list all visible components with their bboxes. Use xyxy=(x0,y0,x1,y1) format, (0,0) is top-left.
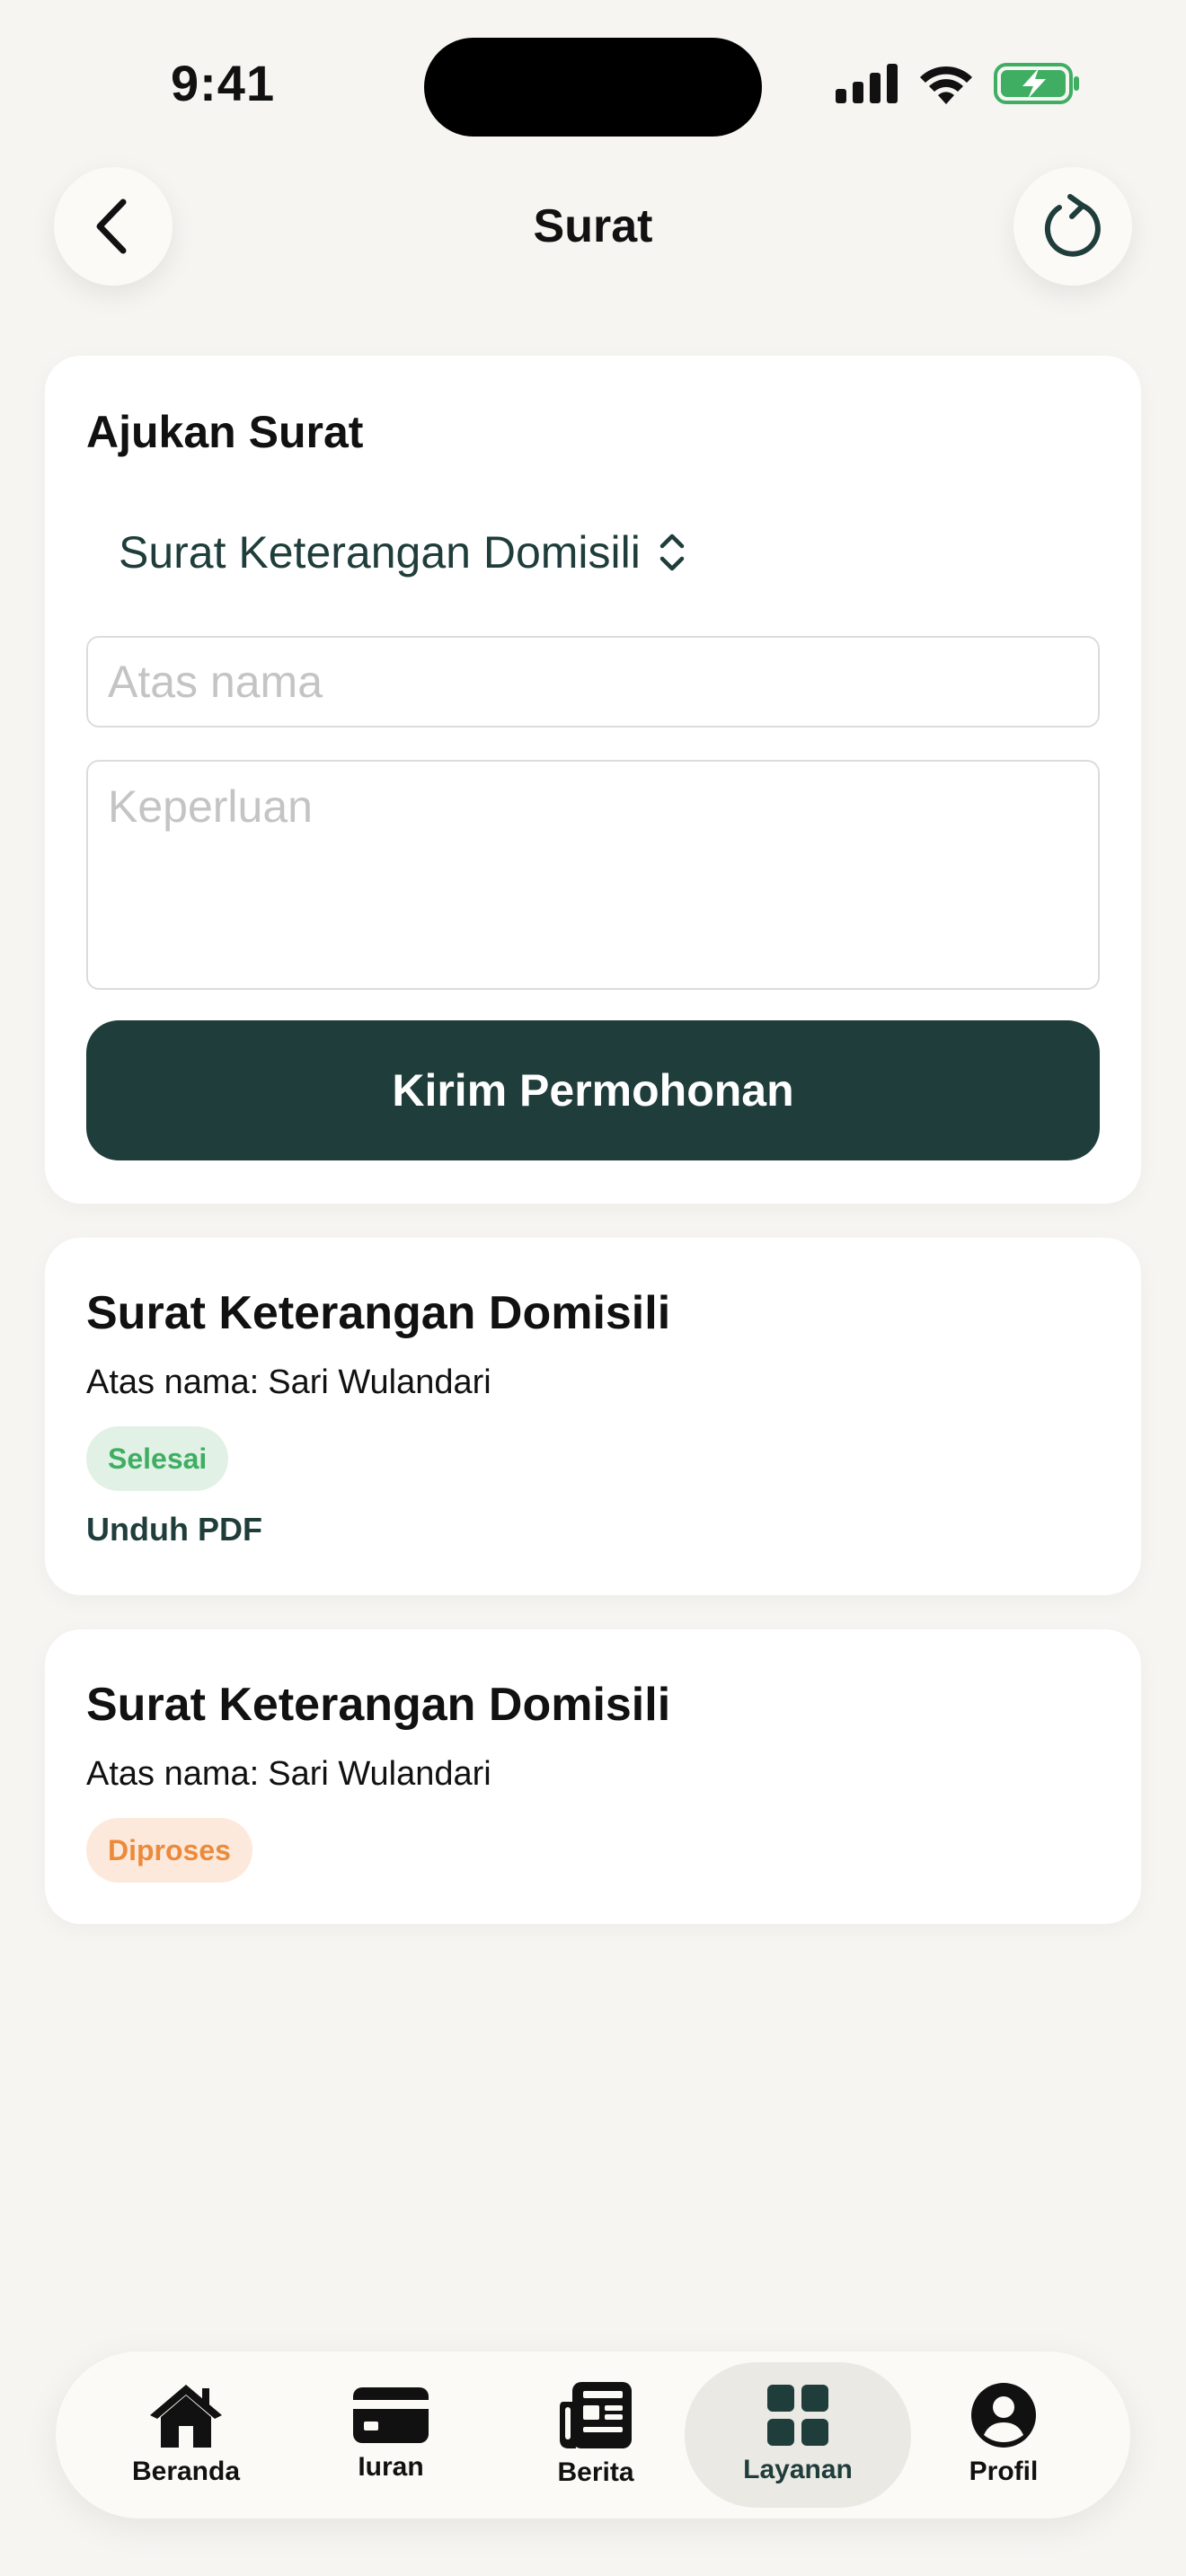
download-pdf-link[interactable]: Unduh PDF xyxy=(86,1511,262,1548)
status-badge: Selesai xyxy=(86,1426,229,1491)
owner-label: Atas nama: xyxy=(86,1755,260,1793)
card-icon xyxy=(353,2387,429,2443)
status-time: 9:41 xyxy=(171,55,276,111)
tab-label: Beranda xyxy=(131,2457,241,2486)
letter-type-picker[interactable]: Surat Keterangan Domisili xyxy=(119,526,686,578)
tab-berita[interactable]: Berita xyxy=(492,2351,699,2519)
home-icon xyxy=(150,2385,222,2448)
refresh-button[interactable] xyxy=(1013,167,1132,286)
request-title: Surat Keterangan Domisili xyxy=(86,1679,671,1731)
dynamic-island xyxy=(424,38,762,137)
request-form-card: Ajukan Surat Surat Keterangan Domisili A… xyxy=(45,356,1141,1204)
name-input[interactable]: Atas nama xyxy=(86,636,1100,728)
grid-icon xyxy=(767,2385,828,2446)
tab-layanan[interactable]: Layanan xyxy=(695,2351,901,2519)
status-badge: Diproses xyxy=(86,1818,252,1883)
submit-request-button[interactable]: Kirim Permohonan xyxy=(86,1020,1100,1160)
refresh-icon xyxy=(1044,194,1101,257)
purpose-textarea[interactable]: Keperluan xyxy=(86,760,1100,990)
tab-bar: Beranda Iuran Berita Layanan Profil xyxy=(56,2351,1130,2519)
newspaper-icon xyxy=(560,2382,632,2448)
screen: 9:41 Surat Ajukan Surat Surat Keterangan… xyxy=(0,0,1186,2576)
chevron-up-down-icon xyxy=(659,534,685,571)
wifi-icon xyxy=(920,66,972,104)
tab-profil[interactable]: Profil xyxy=(900,2351,1107,2519)
status-icons xyxy=(836,63,1080,104)
tab-label: Iuran xyxy=(358,2452,424,2482)
request-owner: Atas nama: Sari Wulandari xyxy=(86,1755,491,1794)
owner-name: Sari Wulandari xyxy=(268,1755,491,1793)
request-card[interactable]: Surat Keterangan Domisili Atas nama: Sar… xyxy=(45,1238,1141,1595)
request-owner: Atas nama: Sari Wulandari xyxy=(86,1363,491,1402)
tab-iuran[interactable]: Iuran xyxy=(288,2351,494,2519)
request-title: Surat Keterangan Domisili xyxy=(86,1287,671,1339)
battery-charging-icon xyxy=(994,63,1079,104)
letter-type-value: Surat Keterangan Domisili xyxy=(119,527,641,578)
page-title: Surat xyxy=(533,200,653,252)
owner-label: Atas nama: xyxy=(86,1363,260,1401)
owner-name: Sari Wulandari xyxy=(268,1363,491,1401)
cellular-signal-icon xyxy=(836,64,898,103)
tab-label: Profil xyxy=(969,2457,1039,2486)
tab-label: Berita xyxy=(557,2457,634,2487)
tab-label: Layanan xyxy=(743,2455,853,2484)
tab-beranda[interactable]: Beranda xyxy=(83,2351,289,2519)
form-heading: Ajukan Surat xyxy=(86,407,364,457)
person-icon xyxy=(971,2383,1036,2448)
request-card[interactable]: Surat Keterangan Domisili Atas nama: Sar… xyxy=(45,1629,1141,1924)
